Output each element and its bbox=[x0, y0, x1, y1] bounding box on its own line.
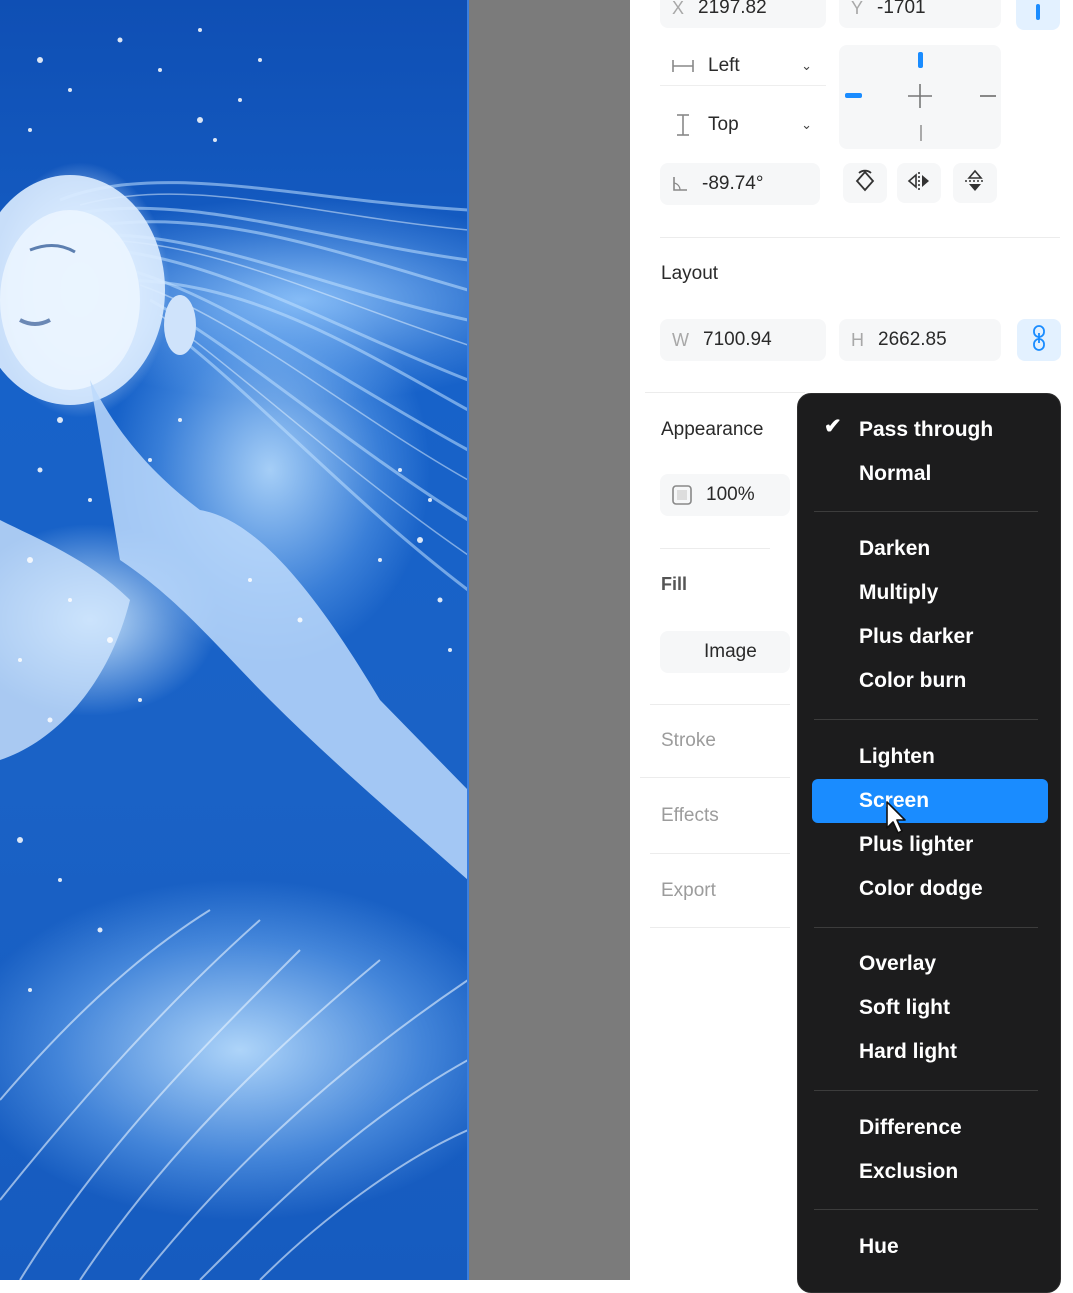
menu-separator bbox=[814, 927, 1038, 928]
rotate-button[interactable] bbox=[843, 163, 887, 203]
menu-item-overlay[interactable]: Overlay bbox=[859, 949, 936, 979]
y-label: Y bbox=[851, 0, 864, 18]
opacity-field[interactable]: 100% bbox=[660, 474, 790, 516]
layout-title: Layout bbox=[661, 263, 719, 284]
horizontal-constraint-select[interactable]: Left ⌄ bbox=[660, 46, 826, 86]
vertical-constraint-icon bbox=[672, 114, 694, 136]
constraint-bottom-bar[interactable] bbox=[920, 125, 922, 141]
height-value: 2662.85 bbox=[878, 329, 947, 350]
menu-separator bbox=[814, 1090, 1038, 1091]
menu-item-pass-through[interactable]: Pass through bbox=[859, 415, 993, 445]
divider bbox=[645, 392, 805, 393]
flip-horizontal-icon bbox=[907, 171, 931, 196]
height-label: H bbox=[851, 329, 864, 350]
divider bbox=[660, 548, 770, 549]
y-value: -1701 bbox=[877, 0, 926, 18]
opacity-icon bbox=[672, 485, 692, 505]
menu-item-exclusion[interactable]: Exclusion bbox=[859, 1157, 958, 1187]
mouse-pointer-icon bbox=[885, 800, 909, 841]
menu-item-lighten[interactable]: Lighten bbox=[859, 742, 935, 772]
y-position-field[interactable]: Y -1701 bbox=[839, 0, 1001, 28]
x-label: X bbox=[672, 0, 685, 18]
menu-item-difference[interactable]: Difference bbox=[859, 1113, 962, 1143]
horizontal-constraint-value: Left bbox=[708, 54, 740, 76]
flip-horizontal-button[interactable] bbox=[897, 163, 941, 203]
x-value: 2197.82 bbox=[698, 0, 767, 18]
rotation-field[interactable]: -89.74° bbox=[660, 163, 820, 205]
blend-mode-menu: ✔ Pass through Normal Darken Multiply Pl… bbox=[797, 393, 1061, 1293]
height-field[interactable]: H 2662.85 bbox=[839, 319, 1001, 361]
image-artwork[interactable] bbox=[0, 0, 468, 1280]
flip-vertical-icon bbox=[964, 169, 986, 198]
chevron-down-icon: ⌄ bbox=[801, 117, 812, 132]
opacity-value: 100% bbox=[706, 484, 755, 505]
menu-item-normal[interactable]: Normal bbox=[859, 459, 931, 489]
divider bbox=[660, 237, 1060, 238]
horizontal-constraint-icon bbox=[672, 59, 694, 73]
effects-title[interactable]: Effects bbox=[661, 805, 719, 827]
constraint-center-icon[interactable] bbox=[907, 83, 933, 109]
divider bbox=[640, 777, 790, 778]
menu-item-soft-light[interactable]: Soft light bbox=[859, 993, 950, 1023]
constraint-widget[interactable] bbox=[839, 45, 1001, 149]
flip-vertical-button[interactable] bbox=[953, 163, 997, 203]
menu-item-multiply[interactable]: Multiply bbox=[859, 578, 938, 608]
constrain-proportions-button[interactable] bbox=[1017, 319, 1061, 361]
menu-item-plus-lighter[interactable]: Plus lighter bbox=[859, 830, 973, 860]
artwork-illustration bbox=[0, 28, 468, 1280]
vertical-constraint-value: Top bbox=[708, 114, 739, 135]
selection-edge bbox=[467, 0, 469, 1280]
fill-title: Fill bbox=[661, 574, 687, 594]
width-field[interactable]: W 7100.94 bbox=[660, 319, 826, 361]
divider bbox=[650, 853, 790, 854]
constraint-top-bar[interactable] bbox=[918, 52, 923, 68]
fill-type-value: Image bbox=[704, 641, 757, 662]
export-title[interactable]: Export bbox=[661, 880, 716, 902]
menu-item-darken[interactable]: Darken bbox=[859, 534, 930, 564]
canvas-area[interactable] bbox=[0, 0, 630, 1280]
constraint-right-bar[interactable] bbox=[980, 95, 996, 97]
menu-item-color-dodge[interactable]: Color dodge bbox=[859, 874, 983, 904]
menu-item-color-burn[interactable]: Color burn bbox=[859, 666, 966, 696]
appearance-title: Appearance bbox=[661, 419, 764, 440]
menu-highlight bbox=[812, 779, 1048, 823]
checkmark-icon: ✔ bbox=[824, 415, 842, 438]
width-value: 7100.94 bbox=[703, 329, 772, 350]
position-align-button[interactable] bbox=[1016, 0, 1060, 30]
constraint-left-bar[interactable] bbox=[845, 93, 862, 98]
chevron-down-icon: ⌄ bbox=[801, 57, 812, 73]
menu-separator bbox=[814, 1209, 1038, 1210]
menu-item-hue[interactable]: Hue bbox=[859, 1232, 899, 1262]
menu-separator bbox=[814, 511, 1038, 512]
stroke-title[interactable]: Stroke bbox=[661, 730, 716, 752]
rotation-value: -89.74° bbox=[702, 173, 764, 194]
menu-separator bbox=[814, 719, 1038, 720]
width-label: W bbox=[672, 329, 689, 350]
vertical-constraint-select[interactable]: Top ⌄ bbox=[660, 105, 826, 145]
divider bbox=[650, 927, 790, 928]
rotate-icon bbox=[854, 169, 876, 198]
menu-item-hard-light[interactable]: Hard light bbox=[859, 1037, 957, 1067]
align-bar-icon bbox=[1036, 4, 1040, 20]
link-icon bbox=[1032, 324, 1046, 356]
divider bbox=[650, 704, 790, 705]
fill-type-field[interactable]: Image bbox=[660, 631, 790, 673]
angle-icon bbox=[672, 176, 688, 192]
x-position-field[interactable]: X 2197.82 bbox=[660, 0, 826, 28]
menu-item-plus-darker[interactable]: Plus darker bbox=[859, 622, 973, 652]
